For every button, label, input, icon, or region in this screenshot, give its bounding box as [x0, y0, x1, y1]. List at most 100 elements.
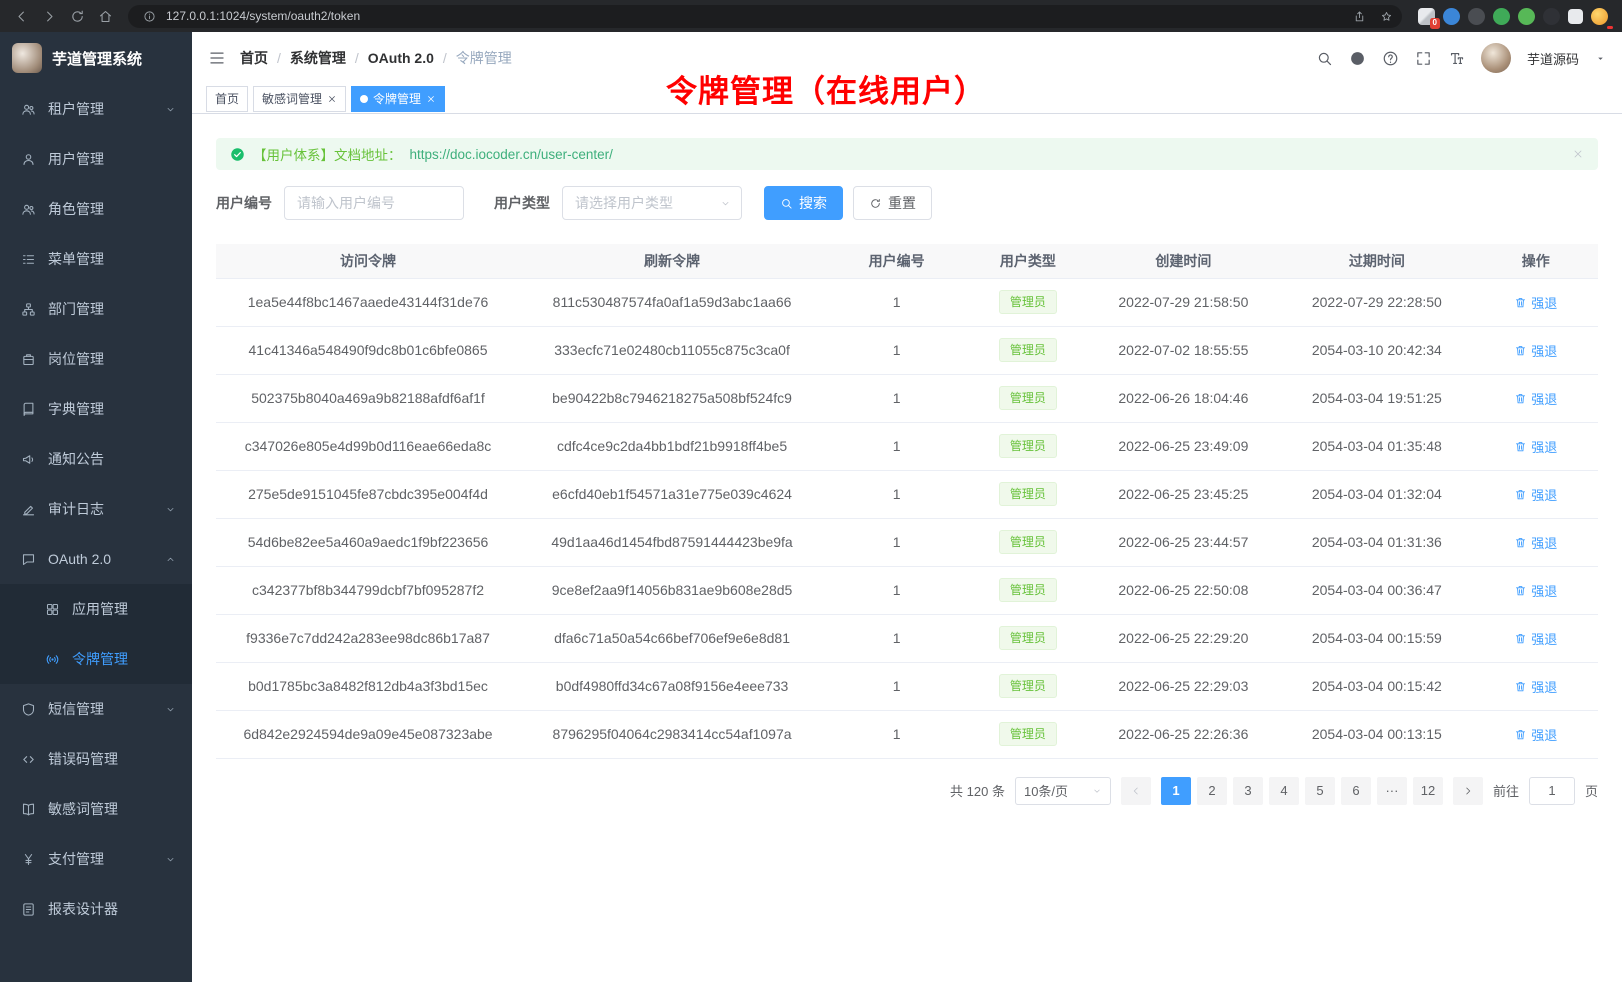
force-logout-button[interactable]: 强退	[1514, 437, 1557, 456]
tab-close-icon[interactable]	[426, 94, 436, 104]
user-avatar[interactable]	[1481, 43, 1511, 73]
force-logout-button[interactable]: 强退	[1514, 293, 1557, 312]
breadcrumb-item[interactable]: 首页	[240, 48, 268, 68]
sidebar-item-label: 错误码管理	[48, 749, 176, 769]
page-button-6[interactable]: 6	[1341, 777, 1371, 805]
side-panel-icon[interactable]	[1568, 9, 1583, 24]
site-info-icon[interactable]	[139, 6, 159, 26]
browser-back-icon[interactable]	[8, 3, 34, 29]
breadcrumb-item[interactable]: 系统管理	[290, 48, 346, 68]
tab-close-icon[interactable]	[327, 94, 337, 104]
share-icon[interactable]	[1349, 6, 1369, 26]
prev-page-button[interactable]	[1121, 777, 1151, 805]
sidebar-item-audit-log[interactable]: 审计日志	[0, 484, 192, 534]
page-button-3[interactable]: 3	[1233, 777, 1263, 805]
sidebar-item-notice[interactable]: 通知公告	[0, 434, 192, 484]
font-size-icon[interactable]	[1448, 50, 1465, 67]
column-header: 用户编号	[824, 244, 969, 278]
user-id-input[interactable]	[284, 186, 464, 220]
table-row: b0d1785bc3a8482f812db4a3f3bd15ecb0df4980…	[216, 662, 1598, 710]
page-button-2[interactable]: 2	[1197, 777, 1227, 805]
bookmark-star-icon[interactable]	[1376, 6, 1396, 26]
page-button-1[interactable]: 1	[1161, 777, 1191, 805]
search-button[interactable]: 搜索	[764, 186, 843, 220]
sidebar-item-app[interactable]: 应用管理	[0, 584, 192, 634]
force-logout-button[interactable]: 强退	[1514, 725, 1557, 744]
force-logout-button[interactable]: 强退	[1514, 677, 1557, 696]
user-icon	[20, 151, 36, 167]
force-logout-button[interactable]: 强退	[1514, 581, 1557, 600]
tab-home[interactable]: 首页	[206, 86, 248, 112]
sidebar-item-sensitive-word[interactable]: 敏感词管理	[0, 784, 192, 834]
filter-bar: 用户编号 用户类型 请选择用户类型 搜索 重置	[216, 186, 1598, 220]
force-logout-button[interactable]: 强退	[1514, 485, 1557, 504]
page-button-5[interactable]: 5	[1305, 777, 1335, 805]
action-cell: 强退	[1474, 518, 1598, 566]
alert-close-icon[interactable]	[1572, 148, 1584, 160]
sidebar-item-label: 审计日志	[48, 499, 164, 519]
trash-icon	[1514, 296, 1527, 309]
tab-token[interactable]: 令牌管理	[351, 86, 445, 112]
refresh-icon	[869, 197, 882, 210]
extension-paw-icon[interactable]	[1543, 8, 1560, 25]
fullscreen-icon[interactable]	[1415, 50, 1432, 67]
user-type-select[interactable]: 请选择用户类型	[562, 186, 742, 220]
yen-icon	[20, 851, 36, 867]
sidebar-item-post[interactable]: 岗位管理	[0, 334, 192, 384]
page-button-12[interactable]: 12	[1413, 777, 1443, 805]
tab-sensitive-word[interactable]: 敏感词管理	[253, 86, 346, 112]
app-logo[interactable]: 芋道管理系统	[0, 32, 192, 84]
chevron-down-icon	[1092, 786, 1102, 796]
extension-grid-icon[interactable]: 0	[1418, 8, 1435, 25]
sidebar-item-role[interactable]: 角色管理	[0, 184, 192, 234]
sidebar-toggle-icon[interactable]	[208, 49, 226, 67]
breadcrumb-item[interactable]: OAuth 2.0	[368, 50, 434, 66]
search-icon[interactable]	[1316, 50, 1333, 67]
browser-reload-icon[interactable]	[64, 3, 90, 29]
next-page-button[interactable]	[1453, 777, 1483, 805]
user-id-cell: 1	[824, 326, 969, 374]
users-icon	[20, 201, 36, 217]
caret-down-icon[interactable]	[1595, 53, 1606, 64]
page-size-select[interactable]: 10条/页	[1015, 777, 1111, 805]
browser-profile-avatar[interactable]	[1591, 8, 1608, 25]
user-id-cell: 1	[824, 470, 969, 518]
browser-forward-icon[interactable]	[36, 3, 62, 29]
sidebar-item-oauth2[interactable]: OAuth 2.0	[0, 534, 192, 584]
force-logout-button[interactable]: 强退	[1514, 389, 1557, 408]
sidebar-item-tenant[interactable]: 租户管理	[0, 84, 192, 134]
browser-home-icon[interactable]	[92, 3, 118, 29]
doc-link[interactable]: https://doc.iocoder.cn/user-center/	[410, 147, 613, 162]
chevron-down-icon	[164, 501, 176, 517]
extensions-puzzle-icon[interactable]	[1518, 8, 1535, 25]
sidebar-item-dept[interactable]: 部门管理	[0, 284, 192, 334]
column-header: 刷新令牌	[520, 244, 824, 278]
force-logout-button[interactable]: 强退	[1514, 341, 1557, 360]
sidebar-item-report-designer[interactable]: 报表设计器	[0, 884, 192, 934]
extension-dark-icon[interactable]	[1468, 8, 1485, 25]
extension-blue-icon[interactable]	[1443, 8, 1460, 25]
url-bar[interactable]: 127.0.0.1:1024/system/oauth2/token	[128, 5, 1402, 28]
sidebar-item-pay[interactable]: 支付管理	[0, 834, 192, 884]
reset-button[interactable]: 重置	[853, 186, 932, 220]
sidebar-item-menu[interactable]: 菜单管理	[0, 234, 192, 284]
shield-icon	[20, 701, 36, 717]
page-button-4[interactable]: 4	[1269, 777, 1299, 805]
more-pages-button[interactable]: ···	[1377, 777, 1407, 805]
goto-page-input[interactable]	[1529, 777, 1575, 805]
table-row: 6d842e2924594de9a09e45e087323abe8796295f…	[216, 710, 1598, 758]
refresh-token-cell: 49d1aa46d1454fbd87591444423be9fa	[520, 518, 824, 566]
sidebar-item-user[interactable]: 用户管理	[0, 134, 192, 184]
sidebar-item-token[interactable]: 令牌管理	[0, 634, 192, 684]
extension-green-icon[interactable]	[1493, 8, 1510, 25]
force-logout-button[interactable]: 强退	[1514, 629, 1557, 648]
sidebar-item-sms[interactable]: 短信管理	[0, 684, 192, 734]
force-logout-button[interactable]: 强退	[1514, 533, 1557, 552]
github-icon[interactable]	[1349, 50, 1366, 67]
username[interactable]: 芋道源码	[1527, 49, 1579, 68]
book-open-icon	[20, 801, 36, 817]
sidebar-item-error-code[interactable]: 错误码管理	[0, 734, 192, 784]
user-id-cell: 1	[824, 422, 969, 470]
sidebar-item-dict[interactable]: 字典管理	[0, 384, 192, 434]
help-icon[interactable]	[1382, 50, 1399, 67]
